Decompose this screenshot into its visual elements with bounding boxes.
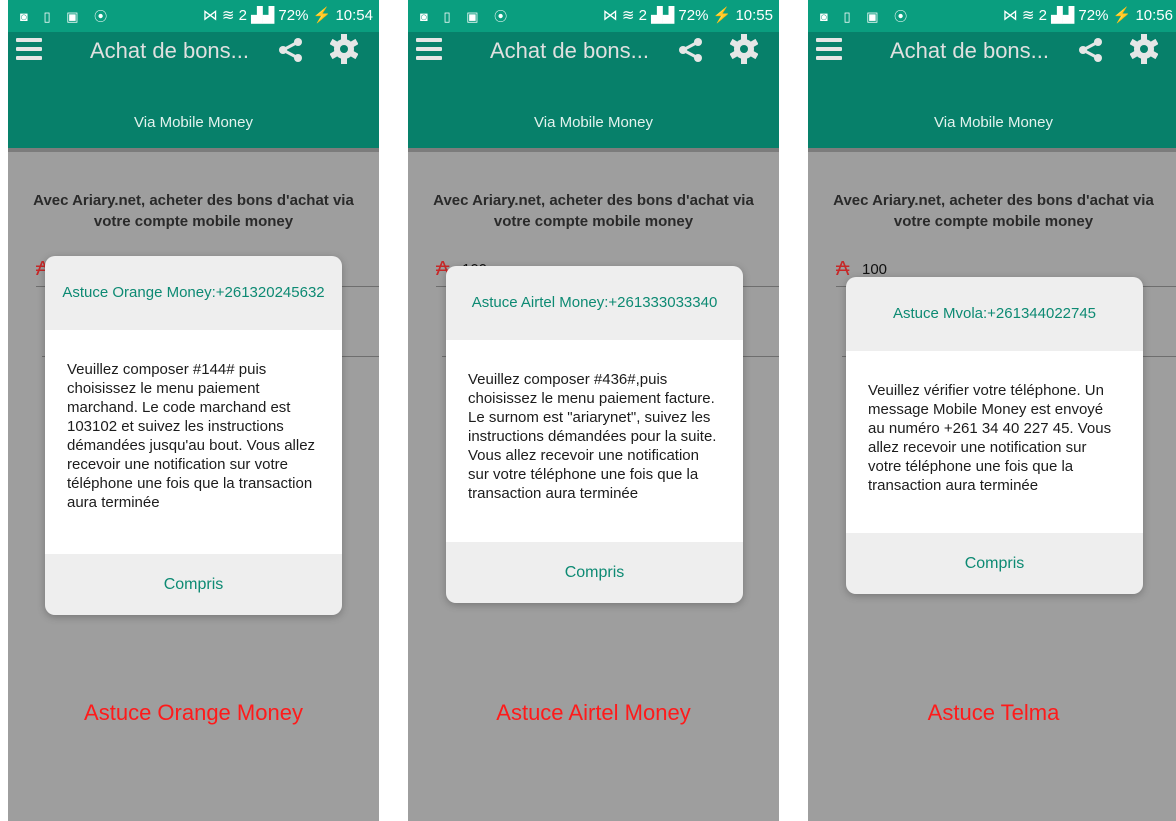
- hamburger-icon[interactable]: [16, 38, 42, 60]
- compris-button[interactable]: Compris: [45, 554, 342, 615]
- app-toolbar: Achat de bons... Via Mobile Money: [8, 32, 379, 148]
- status-bar: ◙ ▯ ▣ ⦿ ⋈ ≋ 2 ▟▟ 72% ⚡ 10:54: [8, 0, 379, 32]
- toolbar-shadow: [808, 148, 1176, 152]
- battery-level: 72%: [678, 7, 709, 24]
- phone-screen-airtel: ◙ ▯ ▣ ⦿ ⋈ ≋ 2 ▟▟ 72% ⚡ 10:55 Achat de bo…: [408, 0, 779, 821]
- gear-icon[interactable]: [730, 34, 758, 64]
- status-right: ⋈ ≋ 2 ▟▟ 72% ⚡ 10:54: [202, 7, 373, 24]
- dialog-title: Astuce Orange Money:+261320245632: [45, 256, 342, 330]
- share-icon[interactable]: [678, 38, 704, 62]
- battery-level: 72%: [1078, 7, 1109, 24]
- status-notification-icons: ◙ ▯ ▣ ⦿: [20, 9, 114, 24]
- panel-caption: Astuce Telma: [927, 700, 1060, 725]
- status-bar: ◙ ▯ ▣ ⦿ ⋈ ≋ 2 ▟▟ 72% ⚡ 10:55: [408, 0, 779, 32]
- dialog-title: Astuce Mvola:+261344022745: [846, 277, 1143, 351]
- app-title: Achat de bons...: [490, 38, 649, 63]
- clock: 10:56: [1135, 7, 1173, 24]
- dialog-message: Veuillez composer #144# puis choisissez …: [45, 330, 342, 554]
- dialog-message: Veuillez composer #436#,puis choisissez …: [446, 340, 743, 542]
- panel-caption: Astuce Orange Money: [84, 700, 303, 725]
- share-icon[interactable]: [1078, 38, 1104, 62]
- phone-screen-telma: ◙ ▯ ▣ ⦿ ⋈ ≋ 2 ▟▟ 72% ⚡ 10:56 Achat de bo…: [808, 0, 1176, 821]
- toolbar-shadow: [408, 148, 779, 152]
- compris-button[interactable]: Compris: [846, 533, 1143, 594]
- intro-text: Avec Ariary.net, acheter des bons d'acha…: [433, 192, 754, 230]
- tip-dialog: Astuce Mvola:+261344022745 Veuillez véri…: [846, 277, 1143, 594]
- status-right: ⋈ ≋ 2 ▟▟ 72% ⚡ 10:56: [1002, 7, 1173, 24]
- status-notification-icons: ◙ ▯ ▣ ⦿: [420, 9, 514, 24]
- intro-text: Avec Ariary.net, acheter des bons d'acha…: [33, 192, 354, 230]
- tip-dialog: Astuce Orange Money:+261320245632 Veuill…: [45, 256, 342, 615]
- clock: 10:54: [335, 7, 373, 24]
- status-notification-icons: ◙ ▯ ▣ ⦿: [820, 9, 914, 24]
- battery-level: 72%: [278, 7, 309, 24]
- share-icon[interactable]: [278, 38, 304, 62]
- status-bar: ◙ ▯ ▣ ⦿ ⋈ ≋ 2 ▟▟ 72% ⚡ 10:56: [808, 0, 1176, 32]
- signal-icons: ⋈ ≋ 2 ▟▟: [202, 7, 275, 24]
- tip-dialog: Astuce Airtel Money:+261333033340 Veuill…: [446, 266, 743, 603]
- clock: 10:55: [735, 7, 773, 24]
- dialog-title: Astuce Airtel Money:+261333033340: [446, 266, 743, 340]
- amount-value: 100: [862, 261, 888, 278]
- signal-icons: ⋈ ≋ 2 ▟▟: [602, 7, 675, 24]
- ariary-icon: ₳: [836, 258, 850, 280]
- toolbar-subtitle: Via Mobile Money: [134, 114, 253, 131]
- toolbar-subtitle: Via Mobile Money: [934, 114, 1053, 131]
- app-title: Achat de bons...: [890, 38, 1049, 63]
- toolbar-subtitle: Via Mobile Money: [534, 114, 653, 131]
- compris-button[interactable]: Compris: [446, 542, 743, 603]
- hamburger-icon[interactable]: [416, 38, 442, 60]
- status-right: ⋈ ≋ 2 ▟▟ 72% ⚡ 10:55: [602, 7, 773, 24]
- app-title: Achat de bons...: [90, 38, 249, 63]
- toolbar-shadow: [8, 148, 379, 152]
- signal-icons: ⋈ ≋ 2 ▟▟: [1002, 7, 1075, 24]
- hamburger-icon[interactable]: [816, 38, 842, 60]
- intro-text: Avec Ariary.net, acheter des bons d'acha…: [833, 192, 1154, 230]
- gear-icon[interactable]: [1130, 34, 1158, 64]
- app-toolbar: Achat de bons... Via Mobile Money: [408, 32, 779, 148]
- phone-screen-orange: ◙ ▯ ▣ ⦿ ⋈ ≋ 2 ▟▟ 72% ⚡ 10:54 Achat de bo…: [8, 0, 379, 821]
- app-toolbar: Achat de bons... Via Mobile Money: [808, 32, 1176, 148]
- gear-icon[interactable]: [330, 34, 358, 64]
- panel-caption: Astuce Airtel Money: [496, 700, 691, 725]
- dialog-message: Veuillez vérifier votre téléphone. Un me…: [846, 351, 1143, 533]
